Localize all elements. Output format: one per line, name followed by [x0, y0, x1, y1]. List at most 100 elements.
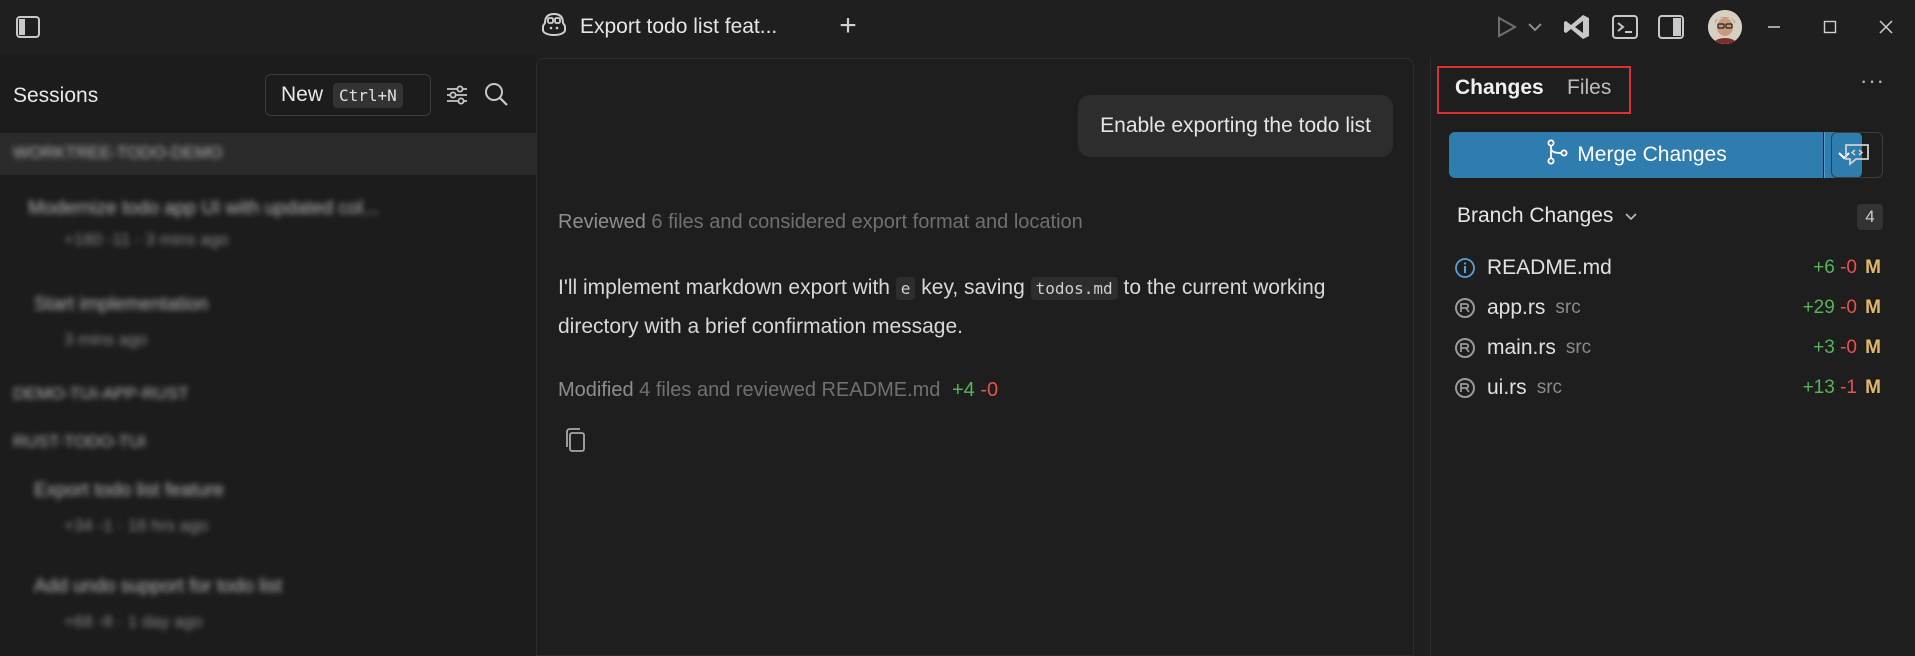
user-message: Enable exporting the todo list [1078, 95, 1393, 157]
comment-icon [1845, 144, 1869, 166]
list-item[interactable]: Start implementation 3 mins ago [0, 290, 536, 360]
filter-icon[interactable] [444, 82, 470, 113]
file-status: M [1865, 257, 1881, 278]
lines-added: +6 [1813, 257, 1835, 278]
session-group-header[interactable]: DEMO-TUI-APP-RUST [0, 378, 536, 414]
file-diff-stats: +6 -0 [1813, 257, 1857, 279]
new-session-button[interactable]: New Ctrl+N [265, 74, 431, 116]
branch-changes-count: 4 [1857, 204, 1883, 230]
sessions-sidebar: Sessions New Ctrl+N WORKTREE-TODO-DEMO M… [0, 54, 536, 656]
reviewed-summary[interactable]: Reviewed 6 files and considered export f… [558, 211, 1083, 234]
lines-removed: -1 [1840, 377, 1857, 398]
changes-panel: Changes Files ··· Merge Changes Branch C… [1430, 58, 1915, 656]
changed-file-row[interactable]: README.md +6 -0 M [1453, 252, 1903, 284]
lines-added: +13 [1802, 377, 1835, 398]
file-dir: src [1536, 377, 1563, 398]
session-tab[interactable]: Export todo list feat... [540, 10, 777, 44]
more-icon[interactable]: ··· [1860, 68, 1885, 94]
plus-icon: + [839, 9, 857, 42]
session-title: Export todo list feature [34, 480, 225, 501]
git-merge-icon [1545, 139, 1569, 171]
file-status: M [1865, 377, 1881, 398]
session-meta: +68 -8 · 1 day ago [64, 612, 203, 631]
file-dir: src [1555, 297, 1581, 318]
list-item[interactable]: Export todo list feature +34 -1 · 16 hrs… [0, 474, 536, 548]
file-name: app.rs [1487, 296, 1546, 319]
file-name: main.rs [1487, 336, 1556, 359]
session-group-header[interactable]: RUST-TODO-TUI [0, 426, 536, 462]
new-session-label: New [281, 83, 324, 106]
close-button[interactable] [1858, 0, 1913, 54]
session-group-header[interactable]: WORKTREE-TODO-DEMO [0, 133, 536, 175]
modified-detail: 4 files and reviewed README.md [639, 379, 941, 401]
lines-added: +29 [1802, 297, 1835, 318]
tab-files[interactable]: Files [1567, 76, 1611, 100]
reviewed-detail: 6 files and considered export format and… [651, 211, 1083, 233]
session-meta: 3 mins ago [64, 330, 148, 349]
changed-file-row[interactable]: app.rs src +29 -0 M [1453, 292, 1903, 324]
toggle-sidebar-icon[interactable] [14, 13, 42, 41]
list-item[interactable]: Add undo support for todo list +68 -8 · … [0, 570, 536, 644]
merge-changes-label: Merge Changes [1577, 143, 1727, 166]
session-group-label: WORKTREE-TODO-DEMO [13, 143, 223, 162]
session-meta: +180 -11 · 3 mins ago [64, 230, 229, 249]
vscode-icon[interactable] [1562, 12, 1592, 42]
changed-file-row[interactable]: ui.rs src +13 -1 M [1453, 372, 1903, 404]
minimize-button[interactable] [1746, 0, 1801, 54]
copy-icon[interactable] [563, 427, 591, 455]
list-item[interactable]: Modernize todo app UI with updated col..… [0, 192, 536, 270]
assistant-message: I'll implement markdown export with e ke… [558, 269, 1388, 346]
chat-panel: Enable exporting the todo list Reviewed … [536, 58, 1414, 656]
feedback-button[interactable] [1831, 132, 1883, 178]
toggle-panel-icon[interactable] [1656, 12, 1686, 42]
merge-changes-button[interactable]: Merge Changes [1449, 132, 1823, 178]
file-diff-stats: +29 -0 [1803, 297, 1857, 319]
run-button[interactable] [1492, 12, 1552, 42]
lines-removed: -0 [1840, 297, 1857, 318]
lines-removed: -0 [1840, 257, 1857, 278]
session-tab-title: Export todo list feat... [580, 15, 778, 38]
session-title: Start implementation [34, 294, 209, 315]
file-name: ui.rs [1487, 376, 1527, 399]
inline-code: e [895, 277, 916, 300]
reviewed-verb: Reviewed [558, 211, 646, 233]
rust-icon [1453, 376, 1477, 400]
session-title: Add undo support for todo list [34, 576, 283, 597]
session-group-label: RUST-TODO-TUI [13, 432, 146, 451]
title-bar: Export todo list feat... + [0, 0, 1915, 54]
inline-code: todos.md [1030, 277, 1118, 300]
file-status: M [1865, 297, 1881, 318]
file-dir: src [1565, 337, 1592, 358]
modified-verb: Modified [558, 379, 634, 401]
modified-summary[interactable]: Modified 4 files and reviewed README.md … [558, 379, 998, 402]
changed-file-row[interactable]: main.rs src +3 -0 M [1453, 332, 1903, 364]
rust-icon [1453, 296, 1477, 320]
lines-removed: -0 [1840, 337, 1857, 358]
branch-changes-label: Branch Changes [1457, 204, 1614, 227]
new-tab-button[interactable]: + [832, 9, 864, 42]
answer-text: key, saving [915, 276, 1031, 299]
avatar[interactable] [1708, 10, 1742, 44]
copilot-icon [540, 10, 568, 44]
file-diff-stats: +13 -1 [1803, 377, 1857, 399]
maximize-button[interactable] [1802, 0, 1857, 54]
file-status: M [1865, 337, 1881, 358]
branch-changes-header[interactable]: Branch Changes [1457, 204, 1639, 228]
file-diff-stats: +3 -0 [1813, 337, 1857, 359]
lines-added: +3 [1813, 337, 1835, 358]
sessions-title: Sessions [13, 84, 99, 107]
lines-removed: -0 [980, 379, 999, 401]
rust-icon [1453, 336, 1477, 360]
session-group-label: DEMO-TUI-APP-RUST [13, 384, 189, 403]
search-icon[interactable] [482, 80, 510, 113]
info-icon [1453, 256, 1477, 280]
new-session-shortcut: Ctrl+N [333, 82, 403, 108]
lines-added: +4 [951, 379, 975, 401]
file-name: README.md [1487, 256, 1612, 279]
chevron-down-icon [1625, 213, 1638, 221]
answer-text: I'll implement markdown export with [558, 276, 896, 299]
session-title: Modernize todo app UI with updated col..… [28, 198, 379, 219]
session-meta: +34 -1 · 16 hrs ago [64, 516, 209, 535]
tab-changes[interactable]: Changes [1455, 76, 1544, 100]
terminal-icon[interactable] [1610, 12, 1640, 42]
